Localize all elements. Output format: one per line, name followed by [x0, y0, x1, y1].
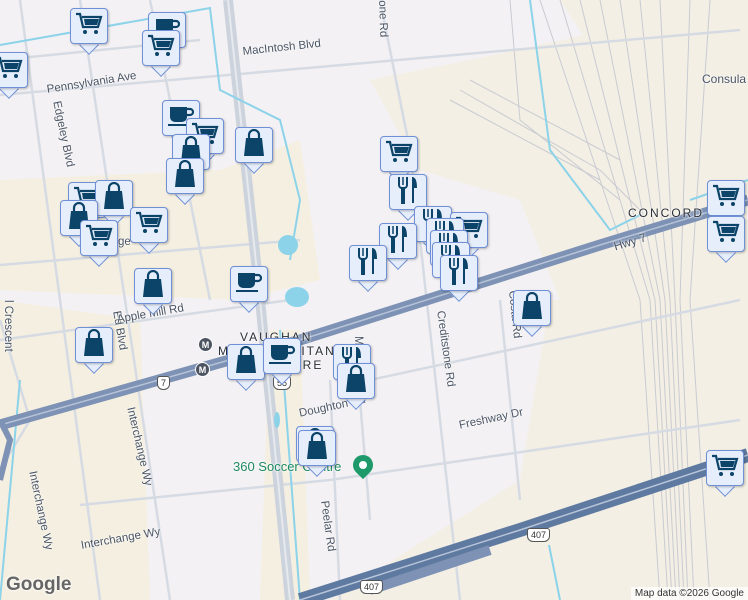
map-marker-bag[interactable]: [235, 127, 273, 174]
map-marker-bag[interactable]: [513, 290, 551, 337]
highway-shield-7: 7: [157, 376, 171, 390]
marker-box: [389, 174, 427, 210]
google-logo: Google: [6, 574, 72, 595]
marker-box: [134, 268, 172, 304]
coffee-cup-icon: [235, 270, 263, 299]
restaurant-icon: [356, 247, 380, 280]
marker-box: [706, 450, 744, 486]
shopping-bag-icon: [140, 269, 166, 303]
shopping-cart-icon: [712, 220, 740, 249]
map-marker-bag[interactable]: [337, 363, 375, 410]
shopping-cart-icon: [711, 454, 739, 483]
map-marker-bag[interactable]: [227, 344, 265, 391]
metro-station-icon[interactable]: M: [195, 362, 210, 377]
map-marker-cart[interactable]: [80, 220, 118, 267]
marker-box: [707, 216, 745, 252]
marker-box: [349, 245, 387, 281]
shopping-bag-icon: [172, 159, 198, 193]
marker-box: [513, 290, 551, 326]
shopping-cart-icon: [147, 34, 175, 63]
marker-box: [298, 430, 336, 466]
marker-box: [230, 266, 268, 302]
map-marker-cart[interactable]: [707, 216, 745, 263]
map-marker-cart[interactable]: [0, 52, 28, 99]
marker-box: [235, 127, 273, 163]
metro-station-icon[interactable]: M: [198, 337, 213, 352]
shopping-cart-icon: [85, 224, 113, 253]
marker-box: [80, 220, 118, 256]
map-marker-bag[interactable]: [75, 327, 113, 374]
road-label-partial: ge: [118, 236, 131, 248]
highway-shield-407-b: 407: [360, 580, 384, 594]
map-marker-fork[interactable]: [349, 245, 387, 292]
map-marker-cup[interactable]: [263, 338, 301, 385]
map-marker-bag[interactable]: [166, 158, 204, 205]
map-attribution[interactable]: Map data ©2026 Google: [630, 587, 748, 600]
map-marker-cart[interactable]: [130, 207, 168, 254]
shopping-bag-icon: [343, 364, 369, 398]
restaurant-icon: [396, 176, 420, 209]
marker-box: [130, 207, 168, 243]
marker-box: [263, 338, 301, 374]
road-label-creditstone-north: one Rd: [376, 0, 390, 38]
marker-box: [75, 327, 113, 363]
marker-box: [227, 344, 265, 380]
map-marker-cart[interactable]: [142, 30, 180, 77]
shopping-bag-icon: [519, 291, 545, 325]
shopping-bag-icon: [304, 431, 330, 465]
marker-box: [70, 8, 108, 44]
shopping-cart-icon: [0, 56, 23, 85]
coffee-cup-icon: [268, 342, 296, 371]
shopping-bag-icon: [81, 328, 107, 362]
map-marker-bag[interactable]: [134, 268, 172, 315]
shopping-bag-icon: [241, 128, 267, 162]
marker-box: [380, 136, 418, 172]
map-marker-fork[interactable]: [440, 255, 478, 302]
map-marker-cart[interactable]: [70, 8, 108, 55]
map-marker-cup[interactable]: [230, 266, 268, 313]
shopping-bag-icon: [101, 181, 127, 215]
marker-box: [95, 180, 133, 216]
marker-box: [142, 30, 180, 66]
marker-box: [166, 158, 204, 194]
map-marker-bag[interactable]: [298, 430, 336, 477]
shopping-cart-icon: [712, 184, 740, 213]
restaurant-icon: [447, 257, 471, 290]
shopping-cart-icon: [75, 12, 103, 41]
shopping-cart-icon: [385, 140, 413, 169]
shopping-bag-icon: [233, 345, 259, 379]
marker-box: [707, 180, 745, 216]
marker-box: [440, 255, 478, 291]
place-label-concord: CONCORD: [628, 206, 704, 220]
marker-box: [337, 363, 375, 399]
place-label-consulate: Consula: [702, 72, 747, 86]
restaurant-icon: [386, 225, 410, 258]
map-marker-cart[interactable]: [706, 450, 744, 497]
highway-shield-407-a: 407: [527, 528, 551, 542]
marker-box: [0, 52, 28, 88]
map-canvas[interactable]: [0, 0, 748, 600]
shopping-cart-icon: [135, 211, 163, 240]
road-label-crescent: l Crescent: [2, 300, 14, 352]
